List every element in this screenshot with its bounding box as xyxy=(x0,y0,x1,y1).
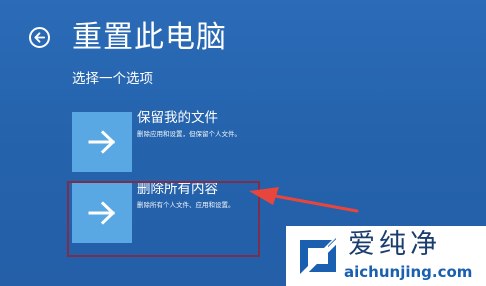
option-title: 保留我的文件 xyxy=(137,110,218,126)
option-tile[interactable] xyxy=(72,112,132,172)
option-keep-my-files[interactable]: 保留我的文件 删除应用和设置，但保留个人文件。 xyxy=(72,110,262,172)
back-arrow-icon xyxy=(34,32,46,43)
right-arrow-icon xyxy=(88,130,116,154)
watermark-brand: 爱纯净 xyxy=(348,229,441,260)
highlight-box xyxy=(67,181,260,257)
option-description: 删除应用和设置，但保留个人文件。 xyxy=(137,130,241,138)
aichunjing-logo-icon xyxy=(292,230,344,282)
pointer-arrow-icon xyxy=(249,187,359,213)
watermark-url: aichunjing.com xyxy=(344,263,473,281)
watermark: 爱纯净 aichunjing.com xyxy=(286,226,486,286)
back-button[interactable] xyxy=(29,27,50,48)
subtitle: 选择一个选项 xyxy=(72,71,153,87)
page-title: 重置此电脑 xyxy=(72,20,227,55)
